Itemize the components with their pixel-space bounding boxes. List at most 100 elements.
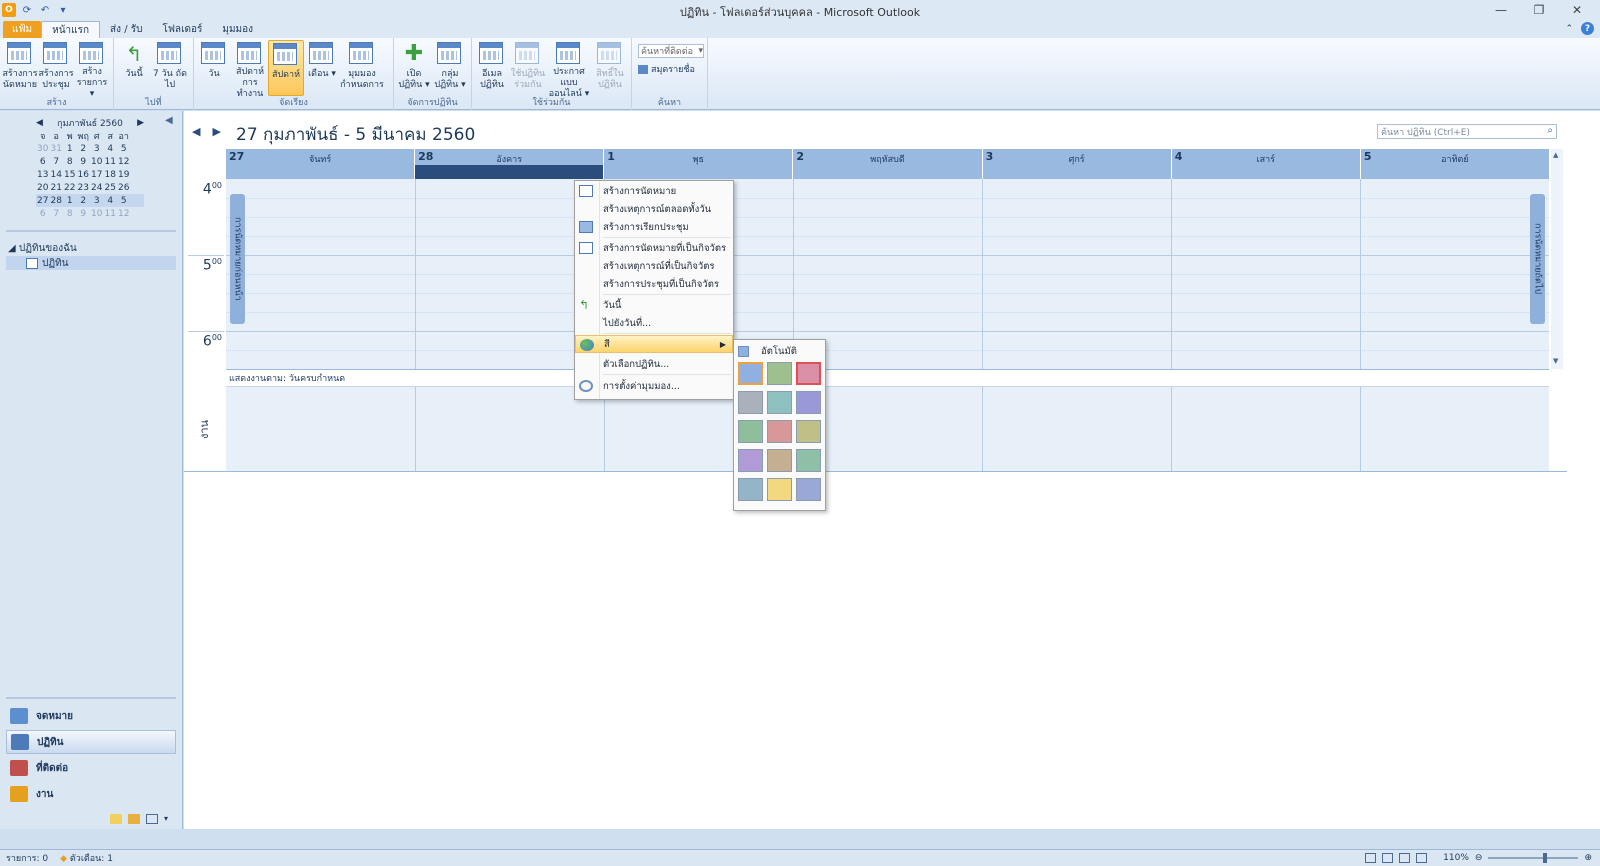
color-swatch[interactable]	[738, 420, 763, 443]
day-header-tue[interactable]: 28 อังคาร	[415, 149, 605, 179]
my-calendars-header[interactable]: ◢ ปฏิทินของฉัน	[8, 241, 77, 256]
share-calendar-button[interactable]: ใช้ปฏิทิน ร่วมกัน	[510, 40, 546, 96]
scroll-down-icon[interactable]: ▼	[1553, 357, 1558, 365]
menu-new-recurring-event[interactable]: สร้างเหตุการณ์ที่เป็นกิจวัตร	[575, 257, 733, 275]
open-calendar-button[interactable]: ✚ เปิด ปฏิทิน ▾	[396, 40, 432, 96]
mini-calendar-day[interactable]: 7	[50, 209, 64, 219]
nav-mail[interactable]: จดหมาย	[6, 704, 176, 728]
mini-calendar-day[interactable]: 24	[90, 183, 104, 193]
mini-calendar-day[interactable]: 10	[90, 209, 104, 219]
configure-buttons-icon[interactable]: ▾	[164, 814, 168, 824]
day-header-fri[interactable]: 3 ศุกร์	[983, 149, 1172, 179]
zoom-slider[interactable]	[1488, 853, 1579, 863]
mini-calendar-day[interactable]: 4	[104, 196, 118, 206]
selected-all-day-slot[interactable]	[415, 165, 604, 179]
customize-qat-icon[interactable]: ▾	[56, 3, 70, 17]
mini-calendar-day[interactable]: 22	[63, 183, 77, 193]
menu-new-recurring-appointment[interactable]: สร้างการนัดหมายที่เป็นกิจวัตร	[575, 239, 733, 257]
day-header-mon[interactable]: 27 จันทร์	[226, 149, 416, 179]
calendar-search-input[interactable]: ค้นหา ปฏิทิน (Ctrl+E) ⌕	[1377, 124, 1557, 139]
new-appointment-button[interactable]: สร้างการ นัดหมาย	[2, 40, 38, 96]
mini-calendar-day[interactable]: 9	[77, 157, 91, 167]
shortcuts-icon[interactable]	[146, 814, 158, 824]
color-swatch[interactable]	[796, 478, 821, 501]
mini-calendar-day[interactable]: 25	[104, 183, 118, 193]
color-swatch[interactable]	[738, 449, 763, 472]
new-meeting-button[interactable]: สร้างการ ประชุม	[38, 40, 74, 96]
menu-today[interactable]: ↰ วันนี้	[575, 296, 733, 314]
search-icon[interactable]: ⌕	[1547, 125, 1553, 136]
next-7-days-button[interactable]: 7 วัน ถัดไป	[152, 40, 188, 96]
tab-folder[interactable]: โฟลเดอร์	[152, 21, 212, 38]
color-automatic[interactable]: อัตโนมัติ	[738, 344, 797, 358]
zoom-out-icon[interactable]: ⊖	[1475, 853, 1483, 863]
zoom-slider-thumb[interactable]	[1543, 853, 1548, 863]
color-swatch[interactable]	[767, 391, 792, 414]
mini-calendar-day[interactable]: 11	[104, 157, 118, 167]
mini-calendar-day[interactable]: 31	[50, 144, 64, 154]
zoom-level[interactable]: 110%	[1443, 853, 1469, 863]
mini-calendar-day[interactable]: 4	[104, 144, 118, 154]
nav-tasks[interactable]: งาน	[6, 782, 176, 806]
reminders-status[interactable]: ◆ ตัวเตือน: 1	[60, 851, 113, 865]
day-view-button[interactable]: วัน	[196, 40, 232, 96]
nav-calendar[interactable]: ปฏิทิน	[6, 730, 176, 754]
color-swatch[interactable]	[738, 391, 763, 414]
nav-contacts[interactable]: ที่ติดต่อ	[6, 756, 176, 780]
minimize-button[interactable]: —	[1482, 0, 1520, 20]
close-button[interactable]: ✕	[1558, 0, 1596, 20]
mini-calendar-day[interactable]: 30	[36, 144, 50, 154]
undo-icon[interactable]: ↶	[38, 3, 52, 17]
time-grid[interactable]: การนัดหมายก่อนหน้า การนัดหมายถัดไป	[226, 179, 1549, 369]
mini-calendar-day[interactable]: 18	[104, 170, 118, 180]
reading-view-icon[interactable]	[1382, 853, 1394, 863]
menu-view-settings[interactable]: การตั้งค่ามุมมอง...	[575, 377, 733, 395]
outlook-app-icon[interactable]: O	[2, 3, 16, 17]
tasks-sort-bar[interactable]: แสดงงานตาม: วันครบกำหนด	[226, 369, 1549, 387]
mini-calendar-day[interactable]: 6	[36, 157, 50, 167]
today-button[interactable]: ↰ วันนี้	[116, 40, 152, 96]
color-swatch[interactable]	[796, 391, 821, 414]
previous-week-icon[interactable]: ◀	[192, 125, 200, 138]
mini-calendar-day[interactable]: 27	[36, 196, 50, 206]
work-week-view-button[interactable]: สัปดาห์ การทำงาน	[232, 40, 268, 99]
tab-home[interactable]: หน้าแรก	[41, 21, 101, 38]
mini-calendar-day[interactable]: 12	[117, 157, 131, 167]
menu-new-all-day-event[interactable]: สร้างเหตุการณ์ตลอดทั้งวัน	[575, 200, 733, 218]
grid-view-icon[interactable]	[1399, 853, 1411, 863]
next-appointment-tab[interactable]: การนัดหมายถัดไป	[1530, 194, 1545, 324]
prev-month-icon[interactable]: ◀	[36, 118, 43, 128]
menu-go-to-date[interactable]: ไปยังวันที่...	[575, 314, 733, 332]
calendar-folder-item[interactable]: ปฏิทิน	[6, 256, 176, 270]
mini-calendar-day[interactable]: 23	[77, 183, 91, 193]
mini-calendar-day[interactable]: 10	[90, 157, 104, 167]
mini-calendar-day[interactable]: 15	[63, 170, 77, 180]
mini-calendar-day[interactable]: 13	[36, 170, 50, 180]
calendar-groups-button[interactable]: กลุ่ม ปฏิทิน ▾	[432, 40, 468, 96]
mini-calendar-day[interactable]: 6	[36, 209, 50, 219]
menu-new-appointment[interactable]: สร้างการนัดหมาย	[575, 182, 733, 200]
menu-new-meeting-request[interactable]: สร้างการเรียกประชุม	[575, 218, 733, 236]
tab-file[interactable]: แฟ้ม	[3, 21, 42, 38]
restore-button[interactable]: ❐	[1520, 0, 1558, 20]
color-swatch[interactable]	[796, 449, 821, 472]
new-items-button[interactable]: สร้าง รายการ ▾	[74, 40, 110, 99]
folder-icon[interactable]	[128, 814, 140, 824]
mini-calendar-day[interactable]: 20	[36, 183, 50, 193]
mini-calendar-day[interactable]: 8	[63, 157, 77, 167]
mini-calendar-day[interactable]: 3	[90, 144, 104, 154]
day-header-thu[interactable]: 2 พฤหัสบดี	[793, 149, 983, 179]
mini-calendar-day[interactable]: 28	[50, 196, 64, 206]
next-month-icon[interactable]: ▶	[137, 118, 144, 128]
schedule-view-button[interactable]: มุมมอง กำหนดการ	[340, 40, 384, 96]
month-view-button[interactable]: เดือน ▾	[304, 40, 340, 96]
mini-calendar-day[interactable]: 12	[117, 209, 131, 219]
mini-calendar-day[interactable]: 1	[63, 196, 77, 206]
color-swatch[interactable]	[767, 449, 792, 472]
notes-icon[interactable]	[110, 814, 122, 824]
menu-new-recurring-meeting[interactable]: สร้างการประชุมที่เป็นกิจวัตร	[575, 275, 733, 293]
mini-calendar-day[interactable]: 26	[117, 183, 131, 193]
tab-send-receive[interactable]: ส่ง / รับ	[100, 21, 152, 38]
mini-calendar-day[interactable]: 11	[104, 209, 118, 219]
day-header-sat[interactable]: 4 เสาร์	[1172, 149, 1361, 179]
